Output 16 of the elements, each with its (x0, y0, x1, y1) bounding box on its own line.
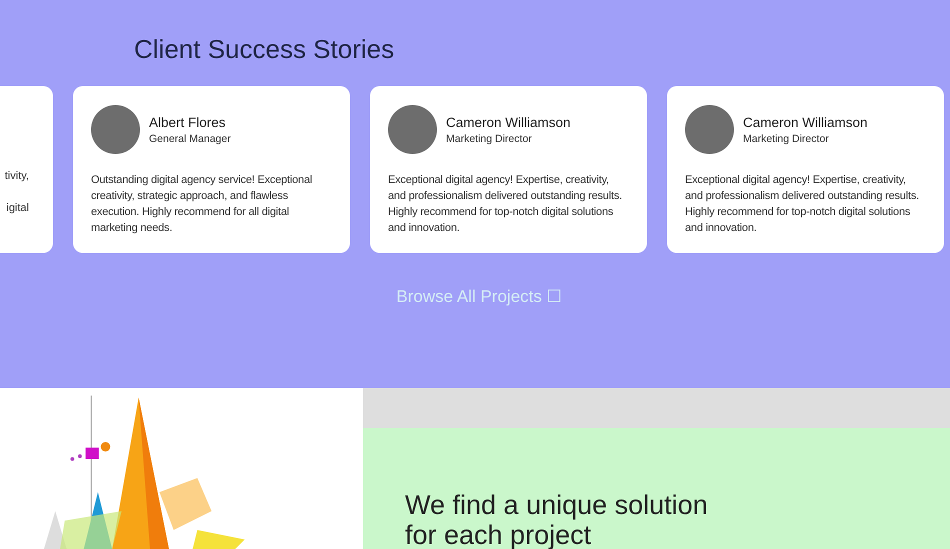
browse-projects-link[interactable]: Browse All Projects ☐ (388, 286, 562, 307)
client-name: Cameron Williamson (446, 114, 571, 130)
avatar-photo-placeholder (685, 105, 734, 154)
client-role: Marketing Director (446, 132, 533, 144)
avatar-photo-placeholder (388, 105, 437, 154)
quote-fragment: tivity, (4, 169, 29, 184)
section-title: Client Success Stories (134, 33, 396, 66)
client-name: Cameron Williamson (743, 114, 868, 130)
testimonial-quote: Exceptional digital agency! Expertise, creativity, and professionalism delivered outstanding results. Highly recommend for top-notch digital solutions and innovation. (388, 173, 623, 236)
client-name: Albert Flores (149, 114, 227, 130)
avatar-photo-placeholder (91, 105, 140, 154)
client-role: General Manager (149, 132, 231, 144)
client-role: Marketing Director (743, 132, 830, 144)
testimonial-quote: Outstanding digital agency service! Exceptional creativity, strategic approach, and flawless execution. Highly recommend for all digital marketing needs. (91, 173, 314, 236)
testimonial-quote: Exceptional digital agency! Expertise, creativity, and professionalism delivered outstanding results. Highly recommend for top-notch digital solutions and innovation. (685, 173, 920, 236)
quote-fragment: igital (6, 201, 29, 216)
